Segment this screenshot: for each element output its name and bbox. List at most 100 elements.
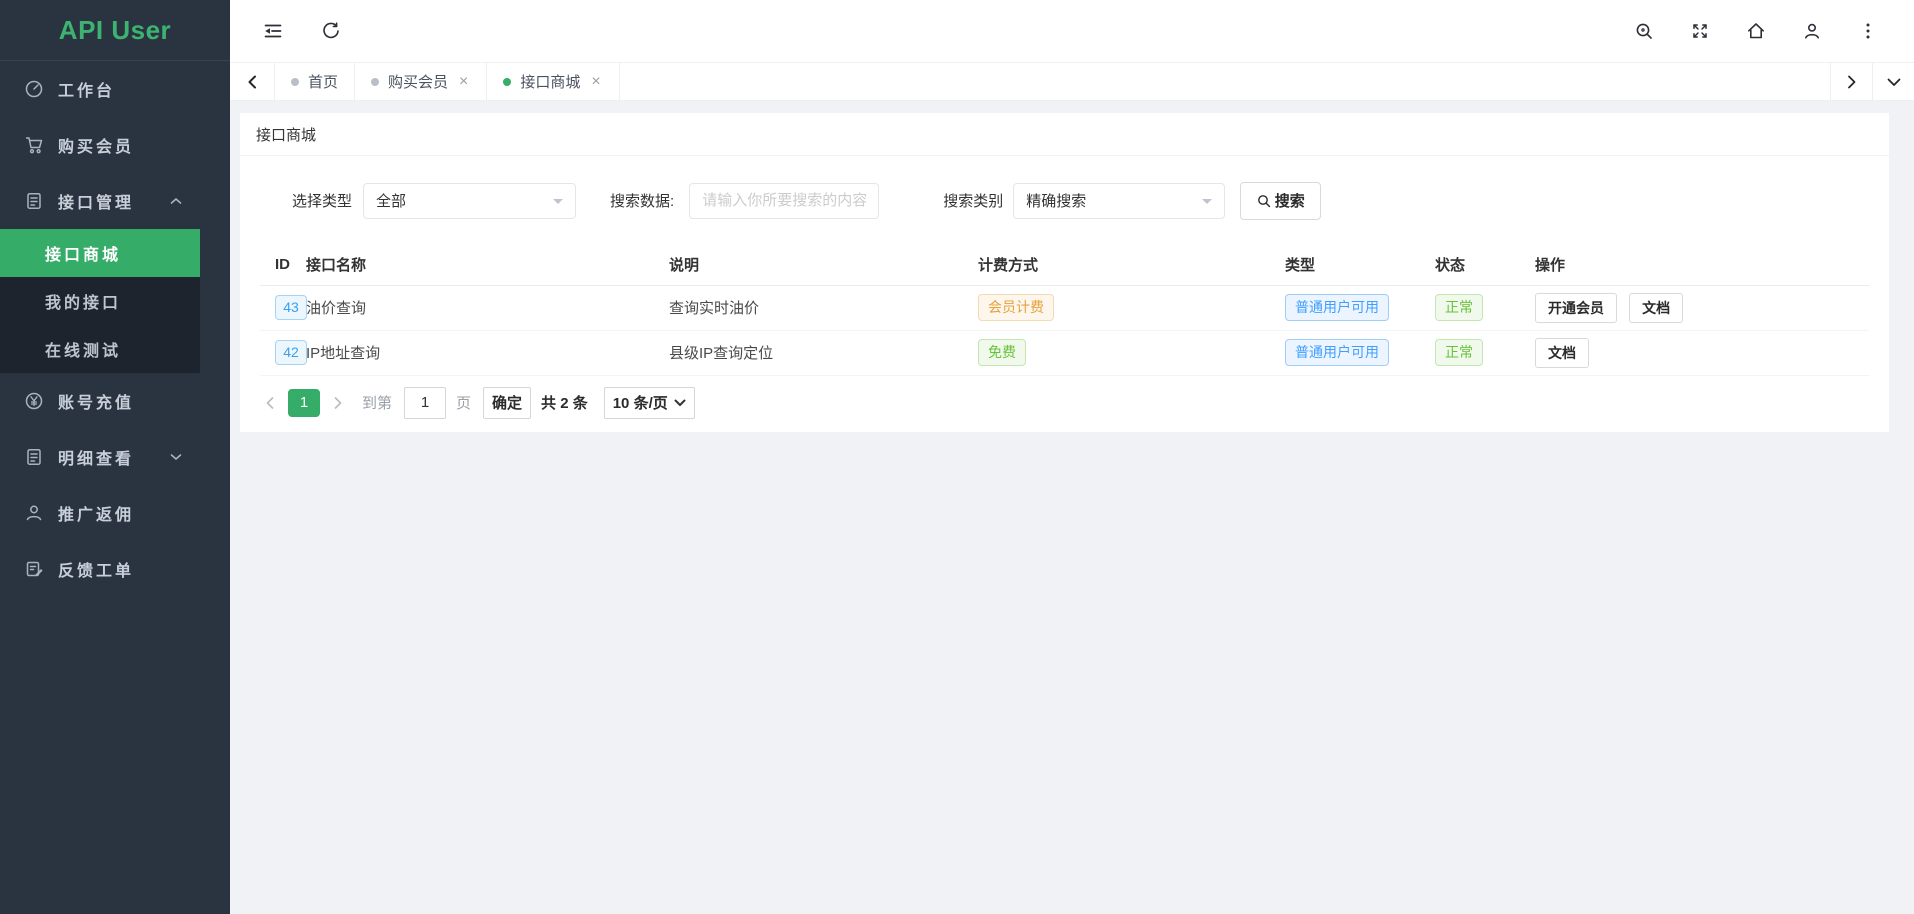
- sidebar-item-my-api[interactable]: 我的接口: [0, 277, 200, 325]
- search-button-icon: [1257, 194, 1271, 208]
- sidebar-item-api-market[interactable]: 接口商城: [0, 229, 200, 277]
- card-header: 接口商城: [240, 113, 1889, 156]
- sidebar-item-online-test[interactable]: 在线测试: [0, 325, 200, 373]
- dashboard-icon: [24, 79, 44, 99]
- goto-confirm-button[interactable]: 确定: [483, 387, 531, 419]
- tab-bar: 首页 购买会员 × 接口商城 ×: [230, 63, 1914, 101]
- fullscreen-icon[interactable]: [1690, 21, 1710, 41]
- close-icon[interactable]: ×: [589, 72, 602, 92]
- tab-label: 接口商城: [520, 71, 580, 92]
- type-select[interactable]: 全部: [363, 183, 576, 219]
- sidebar-item-buy-member[interactable]: 购买会员: [0, 117, 200, 173]
- document-icon: [24, 191, 44, 211]
- page-title: 接口商城: [256, 124, 316, 145]
- sidebar-item-promotion[interactable]: 推广返佣: [0, 485, 200, 541]
- tab-status-dot: [371, 78, 379, 86]
- api-table: ID 接口名称 说明 计费方式 类型 状态 操作 43: [260, 245, 1869, 376]
- api-desc: 查询实时油价: [669, 300, 759, 317]
- type-badge: 普通用户可用: [1285, 294, 1389, 321]
- search-icon[interactable]: [1634, 21, 1654, 41]
- search-button[interactable]: 搜索: [1240, 182, 1321, 220]
- status-badge: 正常: [1435, 294, 1483, 321]
- tab-label: 购买会员: [388, 71, 448, 92]
- sidebar-item-label: 推广返佣: [58, 501, 134, 525]
- top-toolbar: [230, 0, 1914, 63]
- api-name: 油价查询: [306, 300, 366, 317]
- api-name: IP地址查询: [306, 345, 380, 362]
- search-category-label: 搜索类别: [943, 190, 1003, 211]
- table-header-row: ID 接口名称 说明 计费方式 类型 状态 操作: [260, 245, 1869, 285]
- tabs-scroll-right-button[interactable]: [1830, 63, 1872, 100]
- goto-page-input[interactable]: [404, 387, 446, 419]
- sidebar-menu: 工作台 购买会员 接口管理 接口商城: [0, 61, 230, 597]
- sidebar-item-label: 我的接口: [45, 289, 121, 313]
- search-input[interactable]: [689, 183, 879, 219]
- doc-button[interactable]: 文档: [1629, 293, 1683, 323]
- toolbar-left-group: [263, 21, 341, 41]
- user-icon: [24, 503, 44, 523]
- type-select-value: 全部: [376, 190, 406, 211]
- sidebar-item-label: 接口商城: [45, 241, 121, 265]
- sidebar-item-recharge[interactable]: 账号充值: [0, 373, 200, 429]
- menu-fold-icon[interactable]: [263, 21, 283, 41]
- sidebar-item-label: 购买会员: [58, 133, 134, 157]
- status-badge: 正常: [1435, 339, 1483, 366]
- caret-down-icon: [553, 199, 563, 209]
- refresh-icon[interactable]: [321, 21, 341, 41]
- type-filter-label: 选择类型: [292, 190, 352, 211]
- app-root: API User 工作台 购买会员 接口管理: [0, 0, 1914, 914]
- close-icon[interactable]: ×: [457, 72, 470, 92]
- goto-label: 到第: [362, 392, 392, 413]
- page-unit-label: 页: [456, 392, 471, 413]
- pagination: 1 到第 页 确定 共 2 条 10 条/页: [260, 387, 1869, 419]
- sidebar: API User 工作台 购买会员 接口管理: [0, 0, 230, 914]
- tab-home[interactable]: 首页: [275, 63, 355, 100]
- sidebar-item-feedback[interactable]: 反馈工单: [0, 541, 200, 597]
- sidebar-item-detail-view[interactable]: 明细查看: [0, 429, 200, 485]
- column-header-actions: 操作: [1535, 245, 1869, 285]
- next-page-icon[interactable]: [328, 397, 348, 409]
- yen-circle-icon: [24, 391, 44, 411]
- open-member-button[interactable]: 开通会员: [1535, 293, 1617, 323]
- app-logo-text: API User: [59, 15, 171, 46]
- page-size-select[interactable]: 10 条/页: [604, 387, 695, 419]
- sidebar-item-api-manage[interactable]: 接口管理: [0, 173, 200, 229]
- type-badge: 普通用户可用: [1285, 339, 1389, 366]
- sidebar-item-label: 在线测试: [45, 337, 121, 361]
- prev-page-icon[interactable]: [260, 397, 280, 409]
- tabs-scroll-left-button[interactable]: [230, 63, 275, 100]
- sidebar-item-label: 工作台: [58, 77, 115, 101]
- billing-badge: 会员计费: [978, 294, 1054, 321]
- tab-api-market[interactable]: 接口商城 ×: [487, 63, 619, 100]
- search-data-label: 搜索数据:: [610, 190, 674, 211]
- billing-badge: 免费: [978, 339, 1026, 366]
- document-icon: [24, 447, 44, 467]
- table-row: 43 油价查询 查询实时油价 会员计费 普通用户可用 正常 开通会员 文档: [260, 285, 1869, 330]
- home-icon[interactable]: [1746, 21, 1766, 41]
- cart-icon: [24, 135, 44, 155]
- caret-down-icon: [1202, 199, 1212, 209]
- tab-status-dot: [291, 78, 299, 86]
- current-page-button[interactable]: 1: [288, 389, 320, 417]
- id-badge: 42: [275, 340, 307, 365]
- more-menu-icon[interactable]: [1858, 21, 1878, 41]
- main-area: 首页 购买会员 × 接口商城 ×: [230, 0, 1914, 914]
- user-profile-icon[interactable]: [1802, 21, 1822, 41]
- toolbar-right-group: [1634, 21, 1878, 41]
- tabs-dropdown-button[interactable]: [1872, 63, 1914, 100]
- sidebar-submenu-api-manage: 接口商城 我的接口 在线测试: [0, 229, 200, 373]
- chevron-down-icon: [674, 399, 686, 407]
- table-row: 42 IP地址查询 县级IP查询定位 免费 普通用户可用 正常 文档: [260, 330, 1869, 375]
- search-category-select[interactable]: 精确搜索: [1013, 183, 1225, 219]
- tab-status-dot-active: [503, 78, 511, 86]
- api-desc: 县级IP查询定位: [669, 345, 773, 362]
- column-header-id: ID: [260, 245, 306, 285]
- sidebar-item-workbench[interactable]: 工作台: [0, 61, 200, 117]
- tab-label: 首页: [308, 71, 338, 92]
- column-header-billing: 计费方式: [978, 245, 1285, 285]
- content-area: 接口商城 选择类型 全部 搜索数据: 搜索类别 精确搜索: [230, 101, 1914, 914]
- column-header-desc: 说明: [669, 245, 978, 285]
- tab-buy-member[interactable]: 购买会员 ×: [355, 63, 487, 100]
- column-header-status: 状态: [1435, 245, 1535, 285]
- doc-button[interactable]: 文档: [1535, 338, 1589, 368]
